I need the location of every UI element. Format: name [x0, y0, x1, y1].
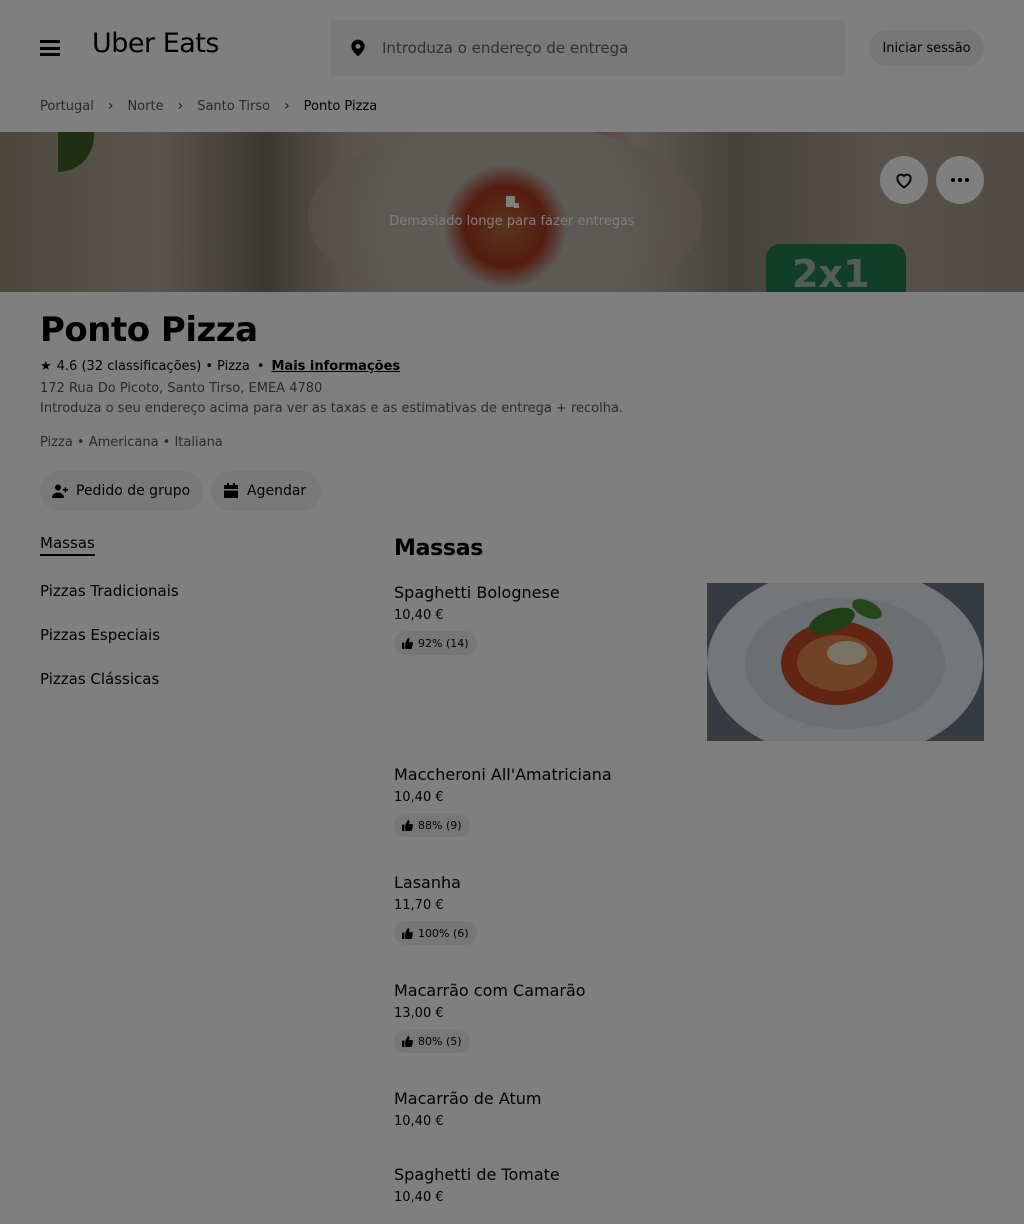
- store-hero-image: 2x1 Demasiado longe para fazer entregas: [0, 132, 1024, 292]
- menu-item-name: Macarrão de Atum: [394, 1089, 542, 1108]
- address-search[interactable]: [330, 20, 845, 76]
- chevron-right-icon: ›: [284, 98, 290, 114]
- store-rating: 4.6: [56, 359, 78, 374]
- breadcrumb: Portugal › Norte › Santo Tirso › Ponto P…: [40, 96, 377, 116]
- menu-item-rating-value: 100% (6): [418, 926, 469, 940]
- menu-item-rating: 88% (9): [394, 813, 470, 837]
- thumbs-up-icon: [402, 1035, 413, 1047]
- menu-item[interactable]: Macarrão com Camarão 13,00 € 80% (5): [394, 981, 586, 1053]
- group-order-label: Pedido de grupo: [76, 483, 191, 499]
- hamburger-icon[interactable]: [40, 40, 60, 56]
- nav-item-pizzas-classicas[interactable]: Pizzas Clássicas: [40, 670, 159, 688]
- separator-dot: •: [205, 359, 214, 374]
- ellipsis-icon: [951, 178, 969, 182]
- store-title: Ponto Pizza: [40, 310, 258, 350]
- menu-item[interactable]: Macarrão de Atum 10,40 €: [394, 1089, 542, 1129]
- hero-shade: [0, 132, 1024, 292]
- nav-item-massas[interactable]: Massas: [40, 534, 95, 556]
- food-photo: [707, 583, 984, 741]
- breadcrumb-item-norte[interactable]: Norte: [127, 99, 163, 114]
- delivery-unavailable-message: Demasiado longe para fazer entregas: [389, 214, 635, 229]
- signin-button[interactable]: Iniciar sessão: [869, 30, 984, 66]
- star-icon: ★: [40, 359, 52, 374]
- calendar-icon: [224, 483, 238, 498]
- menu-item-rating-value: 80% (5): [418, 1034, 462, 1048]
- menu-item-name: Lasanha: [394, 873, 461, 892]
- menu-item[interactable]: Spaghetti de Tomate 10,40 €: [394, 1165, 560, 1205]
- separator-dot: •: [256, 359, 265, 374]
- delivery-hint: Introduza o seu endereço acima para ver …: [40, 401, 624, 416]
- menu-item-rating-value: 88% (9): [418, 818, 462, 832]
- section-title: Massas: [394, 536, 484, 561]
- heart-icon: [896, 173, 912, 189]
- breadcrumb-item-current: Ponto Pizza: [303, 98, 378, 114]
- breadcrumb-item-santo-tirso[interactable]: Santo Tirso: [197, 99, 270, 114]
- brand-name: Uber Eats: [92, 28, 219, 59]
- schedule-label: Agendar: [247, 483, 307, 499]
- nav-item-pizzas-especiais[interactable]: Pizzas Especiais: [40, 626, 160, 644]
- chevron-right-icon: ›: [177, 98, 184, 114]
- menu-item-rating: 92% (14): [394, 631, 477, 655]
- breadcrumb-item-portugal[interactable]: Portugal: [40, 99, 94, 114]
- more-info-link[interactable]: Mais informações: [272, 359, 401, 374]
- menu-item-name: Maccheroni All'Amatriciana: [394, 765, 612, 784]
- menu-item-price: 11,70 €: [394, 898, 444, 913]
- menu-item-name: Spaghetti Bolognese: [394, 583, 560, 602]
- schedule-button[interactable]: Agendar: [211, 471, 321, 511]
- chevron-right-icon: ›: [107, 98, 114, 114]
- menu-item-name: Spaghetti de Tomate: [394, 1165, 560, 1184]
- address-input[interactable]: [382, 39, 822, 57]
- thumbs-up-icon: [402, 637, 413, 649]
- location-pin-icon: [351, 39, 365, 57]
- menu-item-price: 10,40 €: [394, 1190, 444, 1205]
- store-meta: ★ 4.6 (32 classificações) • Pizza • Mais…: [40, 359, 400, 374]
- brand-logo[interactable]: Uber Eats: [92, 28, 219, 59]
- menu-item-price: 10,40 €: [394, 790, 444, 805]
- menu-item[interactable]: Maccheroni All'Amatriciana 10,40 € 88% (…: [394, 765, 612, 837]
- menu-item-rating-value: 92% (14): [418, 636, 469, 650]
- group-order-button[interactable]: Pedido de grupo: [40, 471, 203, 511]
- menu-item-price: 10,40 €: [394, 1114, 444, 1129]
- menu-item-price: 10,40 €: [394, 608, 444, 623]
- store-category: Pizza: [217, 359, 250, 374]
- menu-item-name: Macarrão com Camarão: [394, 981, 586, 1000]
- nav-item-pizzas-tradicionais[interactable]: Pizzas Tradicionais: [40, 582, 179, 600]
- thumbs-up-icon: [402, 819, 413, 831]
- store-cuisines: Pizza • Americana • Italiana: [40, 435, 223, 450]
- thumbs-up-icon: [402, 927, 413, 939]
- menu-item-price: 13,00 €: [394, 1006, 444, 1021]
- menu-item[interactable]: Lasanha 11,70 € 100% (6): [394, 873, 477, 945]
- store-address: 172 Rua Do Picoto, Santo Tirso, EMEA 478…: [40, 381, 323, 396]
- menu-item-rating: 80% (5): [394, 1029, 470, 1053]
- add-person-icon: [52, 484, 68, 498]
- menu-item[interactable]: Spaghetti Bolognese 10,40 € 92% (14): [394, 583, 694, 655]
- top-bar: Uber Eats Iniciar sessão: [0, 0, 1024, 96]
- store-closed-icon: [506, 196, 519, 208]
- menu-item-rating: 100% (6): [394, 921, 477, 945]
- store-rating-count: (32 classificações): [81, 359, 202, 374]
- spaghetti-bolognese-image[interactable]: [707, 583, 984, 741]
- more-options-button[interactable]: [936, 156, 984, 204]
- favorite-button[interactable]: [880, 156, 928, 204]
